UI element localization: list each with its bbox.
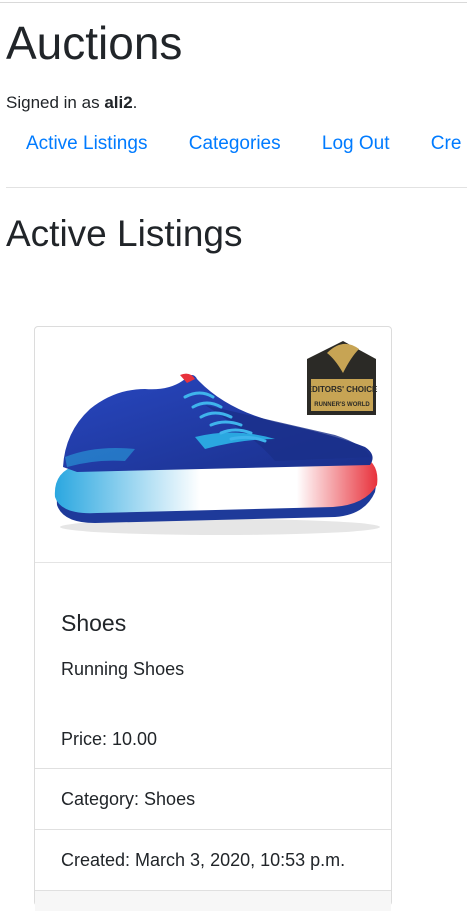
listing-category: Category: Shoes	[35, 768, 391, 828]
svg-text:RUNNER'S WORLD: RUNNER'S WORLD	[314, 402, 370, 408]
listing-title[interactable]: Shoes	[61, 609, 371, 637]
signed-in-suffix: .	[132, 93, 138, 112]
signed-in-prefix: Signed in as	[6, 93, 100, 112]
username: ali2	[104, 93, 133, 112]
main-nav: Active Listings Categories Log Out Cre	[26, 132, 467, 158]
header-divider	[6, 187, 467, 188]
nav-log-out[interactable]: Log Out	[322, 132, 390, 156]
listing-card: EDITORS' CHOICE RUNNER'S WORLD Shoes Run…	[34, 326, 392, 911]
listing-body: Shoes Running Shoes Price: 10.00	[61, 609, 371, 749]
listing-description: Running Shoes	[61, 659, 185, 679]
listing-price: Price: 10.00	[61, 729, 158, 749]
top-border	[0, 2, 467, 3]
card-footer	[35, 890, 391, 911]
signed-in-status: Signed in as ali2.	[6, 92, 137, 114]
nav-create-listing[interactable]: Cre	[431, 132, 462, 156]
listing-image[interactable]: EDITORS' CHOICE RUNNER'S WORLD	[35, 327, 391, 563]
nav-categories[interactable]: Categories	[189, 132, 281, 156]
page-title: Active Listings	[6, 213, 243, 254]
nav-active-listings[interactable]: Active Listings	[26, 132, 147, 156]
listing-created: Created: March 3, 2020, 10:53 p.m.	[35, 829, 391, 889]
svg-text:EDITORS' CHOICE: EDITORS' CHOICE	[307, 385, 378, 394]
site-title: Auctions	[6, 17, 183, 69]
shoe-image: EDITORS' CHOICE RUNNER'S WORLD	[35, 327, 391, 562]
